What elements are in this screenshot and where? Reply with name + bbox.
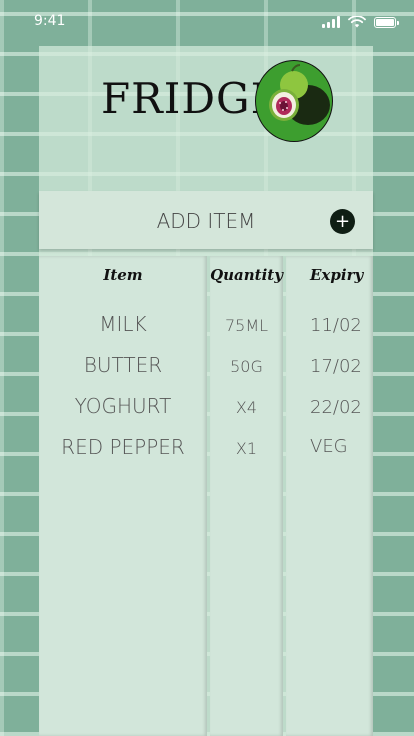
fridge-panel: FRIDGE ADD ITEM + Item MILK BUTTER YOGHU…	[39, 46, 373, 736]
expiry-column-header: Expiry	[310, 266, 364, 284]
quantity-column-header: Quantity	[210, 266, 283, 284]
quantity-column: Quantity 75ML 50G X4 X1	[210, 256, 283, 736]
expiry-cell[interactable]: VEG	[286, 436, 373, 457]
quantity-cell[interactable]: X4	[210, 398, 283, 417]
item-column-header: Item	[103, 266, 143, 284]
add-item-bar[interactable]: ADD ITEM +	[39, 191, 373, 249]
item-cell[interactable]: YOGHURT	[39, 394, 207, 418]
signal-icon	[322, 16, 340, 28]
item-cell[interactable]: MILK	[39, 312, 207, 336]
item-column: Item MILK BUTTER YOGHURT RED PEPPER	[39, 256, 207, 736]
wifi-icon	[348, 16, 366, 28]
add-item-label: ADD ITEM	[156, 209, 256, 233]
quantity-cell[interactable]: X1	[210, 439, 283, 458]
fig-icon	[255, 60, 333, 142]
status-icons	[322, 16, 399, 28]
expiry-cell[interactable]: 11/02	[286, 315, 373, 336]
header: FRIDGE	[39, 46, 373, 189]
quantity-cell[interactable]: 75ML	[210, 316, 283, 335]
add-item-button[interactable]: +	[330, 209, 355, 234]
expiry-column: Expiry 11/02 17/02 22/02 VEG	[286, 256, 373, 736]
items-table: Item MILK BUTTER YOGHURT RED PEPPER Quan…	[39, 256, 373, 736]
status-time: 9:41	[34, 13, 66, 29]
item-cell[interactable]: RED PEPPER	[39, 435, 207, 459]
status-bar: 9:41	[0, 0, 414, 44]
battery-icon	[374, 16, 399, 28]
expiry-cell[interactable]: 17/02	[286, 356, 373, 377]
quantity-cell[interactable]: 50G	[210, 357, 283, 376]
expiry-cell[interactable]: 22/02	[286, 397, 373, 418]
item-cell[interactable]: BUTTER	[39, 353, 207, 377]
